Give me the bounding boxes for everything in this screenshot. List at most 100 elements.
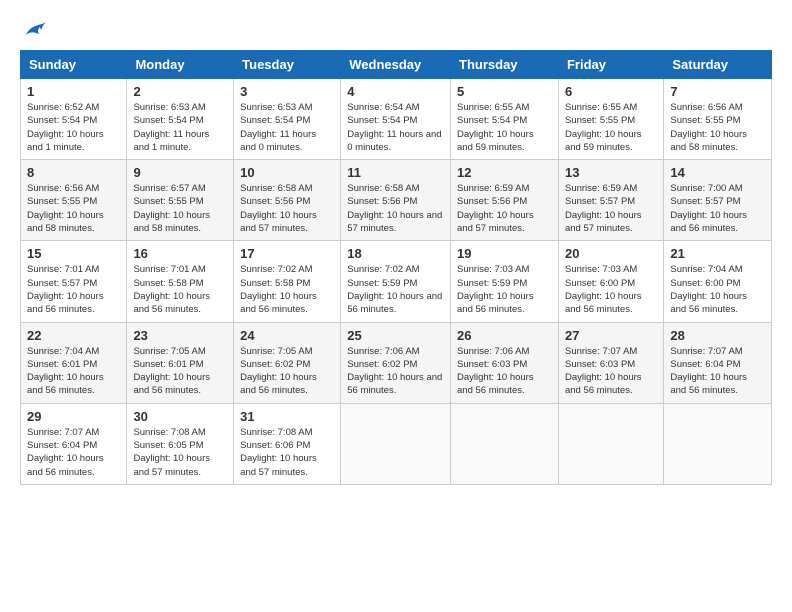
day-number: 27 <box>565 328 657 343</box>
day-info: Sunrise: 7:03 AM Sunset: 5:59 PM Dayligh… <box>457 263 552 316</box>
logo-bird-icon <box>22 20 46 40</box>
day-cell-22: 22 Sunrise: 7:04 AM Sunset: 6:01 PM Dayl… <box>21 322 127 403</box>
day-info: Sunrise: 6:55 AM Sunset: 5:55 PM Dayligh… <box>565 101 657 154</box>
day-cell-24: 24 Sunrise: 7:05 AM Sunset: 6:02 PM Dayl… <box>234 322 341 403</box>
day-number: 3 <box>240 84 334 99</box>
day-number: 22 <box>27 328 120 343</box>
day-cell-16: 16 Sunrise: 7:01 AM Sunset: 5:58 PM Dayl… <box>127 241 234 322</box>
day-info: Sunrise: 6:59 AM Sunset: 5:56 PM Dayligh… <box>457 182 552 235</box>
day-info: Sunrise: 7:05 AM Sunset: 6:01 PM Dayligh… <box>133 345 227 398</box>
week-row-1: 1 Sunrise: 6:52 AM Sunset: 5:54 PM Dayli… <box>21 79 772 160</box>
day-cell-6: 6 Sunrise: 6:55 AM Sunset: 5:55 PM Dayli… <box>558 79 663 160</box>
day-cell-9: 9 Sunrise: 6:57 AM Sunset: 5:55 PM Dayli… <box>127 160 234 241</box>
day-info: Sunrise: 7:04 AM Sunset: 6:00 PM Dayligh… <box>670 263 765 316</box>
day-number: 11 <box>347 165 444 180</box>
day-cell-28: 28 Sunrise: 7:07 AM Sunset: 6:04 PM Dayl… <box>664 322 772 403</box>
day-number: 12 <box>457 165 552 180</box>
day-number: 15 <box>27 246 120 261</box>
weekday-header-sunday: Sunday <box>21 51 127 79</box>
day-info: Sunrise: 6:58 AM Sunset: 5:56 PM Dayligh… <box>347 182 444 235</box>
day-cell-26: 26 Sunrise: 7:06 AM Sunset: 6:03 PM Dayl… <box>451 322 559 403</box>
weekday-header-friday: Friday <box>558 51 663 79</box>
day-cell-23: 23 Sunrise: 7:05 AM Sunset: 6:01 PM Dayl… <box>127 322 234 403</box>
day-info: Sunrise: 7:07 AM Sunset: 6:03 PM Dayligh… <box>565 345 657 398</box>
day-info: Sunrise: 7:00 AM Sunset: 5:57 PM Dayligh… <box>670 182 765 235</box>
day-cell-18: 18 Sunrise: 7:02 AM Sunset: 5:59 PM Dayl… <box>341 241 451 322</box>
day-info: Sunrise: 6:53 AM Sunset: 5:54 PM Dayligh… <box>133 101 227 154</box>
day-cell-27: 27 Sunrise: 7:07 AM Sunset: 6:03 PM Dayl… <box>558 322 663 403</box>
day-info: Sunrise: 7:02 AM Sunset: 5:59 PM Dayligh… <box>347 263 444 316</box>
day-number: 7 <box>670 84 765 99</box>
day-number: 30 <box>133 409 227 424</box>
day-number: 13 <box>565 165 657 180</box>
day-cell-5: 5 Sunrise: 6:55 AM Sunset: 5:54 PM Dayli… <box>451 79 559 160</box>
day-info: Sunrise: 6:53 AM Sunset: 5:54 PM Dayligh… <box>240 101 334 154</box>
day-number: 8 <box>27 165 120 180</box>
empty-cell <box>558 403 663 484</box>
week-row-5: 29 Sunrise: 7:07 AM Sunset: 6:04 PM Dayl… <box>21 403 772 484</box>
day-number: 5 <box>457 84 552 99</box>
day-number: 28 <box>670 328 765 343</box>
day-cell-25: 25 Sunrise: 7:06 AM Sunset: 6:02 PM Dayl… <box>341 322 451 403</box>
day-cell-8: 8 Sunrise: 6:56 AM Sunset: 5:55 PM Dayli… <box>21 160 127 241</box>
day-info: Sunrise: 7:08 AM Sunset: 6:05 PM Dayligh… <box>133 426 227 479</box>
day-info: Sunrise: 7:02 AM Sunset: 5:58 PM Dayligh… <box>240 263 334 316</box>
calendar-table: SundayMondayTuesdayWednesdayThursdayFrid… <box>20 50 772 485</box>
day-number: 14 <box>670 165 765 180</box>
day-cell-20: 20 Sunrise: 7:03 AM Sunset: 6:00 PM Dayl… <box>558 241 663 322</box>
day-cell-7: 7 Sunrise: 6:56 AM Sunset: 5:55 PM Dayli… <box>664 79 772 160</box>
day-cell-1: 1 Sunrise: 6:52 AM Sunset: 5:54 PM Dayli… <box>21 79 127 160</box>
day-cell-30: 30 Sunrise: 7:08 AM Sunset: 6:05 PM Dayl… <box>127 403 234 484</box>
day-info: Sunrise: 6:55 AM Sunset: 5:54 PM Dayligh… <box>457 101 552 154</box>
day-number: 31 <box>240 409 334 424</box>
day-cell-11: 11 Sunrise: 6:58 AM Sunset: 5:56 PM Dayl… <box>341 160 451 241</box>
empty-cell <box>451 403 559 484</box>
day-cell-10: 10 Sunrise: 6:58 AM Sunset: 5:56 PM Dayl… <box>234 160 341 241</box>
day-number: 9 <box>133 165 227 180</box>
week-row-4: 22 Sunrise: 7:04 AM Sunset: 6:01 PM Dayl… <box>21 322 772 403</box>
day-cell-17: 17 Sunrise: 7:02 AM Sunset: 5:58 PM Dayl… <box>234 241 341 322</box>
day-number: 20 <box>565 246 657 261</box>
day-cell-14: 14 Sunrise: 7:00 AM Sunset: 5:57 PM Dayl… <box>664 160 772 241</box>
week-row-2: 8 Sunrise: 6:56 AM Sunset: 5:55 PM Dayli… <box>21 160 772 241</box>
day-cell-12: 12 Sunrise: 6:59 AM Sunset: 5:56 PM Dayl… <box>451 160 559 241</box>
empty-cell <box>664 403 772 484</box>
day-info: Sunrise: 6:56 AM Sunset: 5:55 PM Dayligh… <box>670 101 765 154</box>
day-cell-2: 2 Sunrise: 6:53 AM Sunset: 5:54 PM Dayli… <box>127 79 234 160</box>
day-info: Sunrise: 7:04 AM Sunset: 6:01 PM Dayligh… <box>27 345 120 398</box>
day-info: Sunrise: 7:06 AM Sunset: 6:03 PM Dayligh… <box>457 345 552 398</box>
day-info: Sunrise: 6:52 AM Sunset: 5:54 PM Dayligh… <box>27 101 120 154</box>
day-number: 24 <box>240 328 334 343</box>
day-info: Sunrise: 7:06 AM Sunset: 6:02 PM Dayligh… <box>347 345 444 398</box>
day-cell-29: 29 Sunrise: 7:07 AM Sunset: 6:04 PM Dayl… <box>21 403 127 484</box>
day-number: 23 <box>133 328 227 343</box>
weekday-header-tuesday: Tuesday <box>234 51 341 79</box>
day-number: 1 <box>27 84 120 99</box>
weekday-header-monday: Monday <box>127 51 234 79</box>
week-row-3: 15 Sunrise: 7:01 AM Sunset: 5:57 PM Dayl… <box>21 241 772 322</box>
day-number: 26 <box>457 328 552 343</box>
day-number: 25 <box>347 328 444 343</box>
weekday-header-row: SundayMondayTuesdayWednesdayThursdayFrid… <box>21 51 772 79</box>
day-number: 4 <box>347 84 444 99</box>
weekday-header-wednesday: Wednesday <box>341 51 451 79</box>
weekday-header-thursday: Thursday <box>451 51 559 79</box>
day-info: Sunrise: 7:01 AM Sunset: 5:58 PM Dayligh… <box>133 263 227 316</box>
day-info: Sunrise: 7:07 AM Sunset: 6:04 PM Dayligh… <box>27 426 120 479</box>
weekday-header-saturday: Saturday <box>664 51 772 79</box>
day-number: 2 <box>133 84 227 99</box>
day-info: Sunrise: 7:05 AM Sunset: 6:02 PM Dayligh… <box>240 345 334 398</box>
day-number: 10 <box>240 165 334 180</box>
day-number: 16 <box>133 246 227 261</box>
day-cell-3: 3 Sunrise: 6:53 AM Sunset: 5:54 PM Dayli… <box>234 79 341 160</box>
day-cell-31: 31 Sunrise: 7:08 AM Sunset: 6:06 PM Dayl… <box>234 403 341 484</box>
day-cell-4: 4 Sunrise: 6:54 AM Sunset: 5:54 PM Dayli… <box>341 79 451 160</box>
empty-cell <box>341 403 451 484</box>
day-number: 19 <box>457 246 552 261</box>
day-cell-19: 19 Sunrise: 7:03 AM Sunset: 5:59 PM Dayl… <box>451 241 559 322</box>
day-number: 21 <box>670 246 765 261</box>
day-info: Sunrise: 7:03 AM Sunset: 6:00 PM Dayligh… <box>565 263 657 316</box>
day-cell-13: 13 Sunrise: 6:59 AM Sunset: 5:57 PM Dayl… <box>558 160 663 241</box>
day-number: 6 <box>565 84 657 99</box>
day-cell-15: 15 Sunrise: 7:01 AM Sunset: 5:57 PM Dayl… <box>21 241 127 322</box>
